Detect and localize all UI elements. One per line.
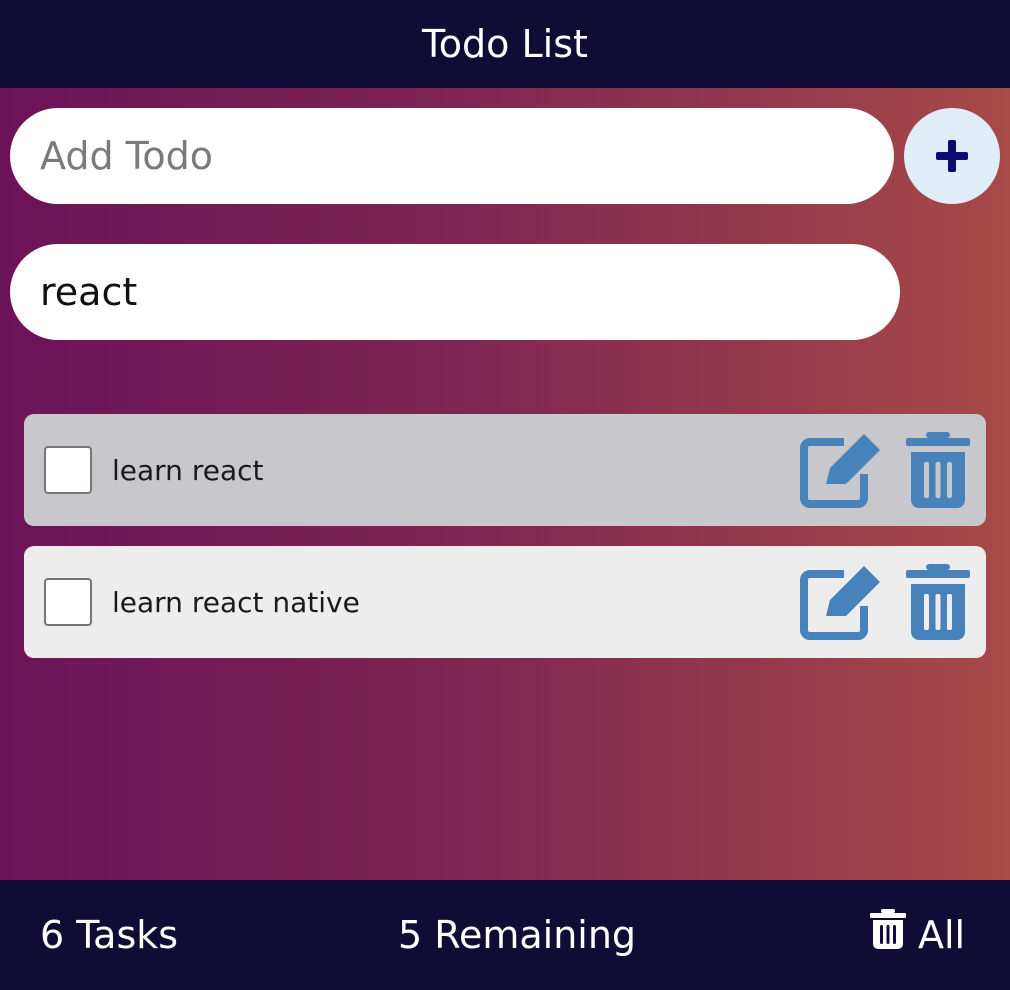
todo-checkbox[interactable]: [44, 446, 92, 494]
plus-icon: [936, 140, 968, 172]
add-todo-input[interactable]: [10, 108, 894, 204]
edit-button[interactable]: [800, 426, 884, 508]
todo-item: learn react native: [24, 546, 986, 658]
page-title: Todo List: [422, 22, 588, 66]
trash-icon: [906, 564, 970, 640]
todo-item: learn react: [24, 414, 986, 526]
delete-all-button[interactable]: All: [870, 880, 965, 990]
todo-text: learn react: [112, 453, 264, 487]
search-input[interactable]: [10, 244, 900, 340]
edit-icon: [800, 566, 880, 640]
footer-bar: 6 Tasks 5 Remaining All: [0, 880, 1010, 990]
todo-checkbox[interactable]: [44, 578, 92, 626]
main-content: learn react learn react native: [0, 88, 1010, 880]
add-todo-button[interactable]: [904, 108, 1000, 204]
app-header: Todo List: [0, 0, 1010, 88]
edit-button[interactable]: [800, 564, 884, 640]
remaining-count: 5 Remaining: [398, 913, 637, 957]
delete-button[interactable]: [906, 564, 970, 640]
trash-icon: [870, 909, 906, 949]
delete-all-label: All: [918, 913, 966, 957]
todo-text: learn react native: [112, 585, 360, 619]
delete-button[interactable]: [906, 432, 970, 508]
task-count: 6 Tasks: [40, 913, 179, 957]
trash-icon: [906, 432, 970, 508]
edit-icon: [800, 426, 880, 508]
